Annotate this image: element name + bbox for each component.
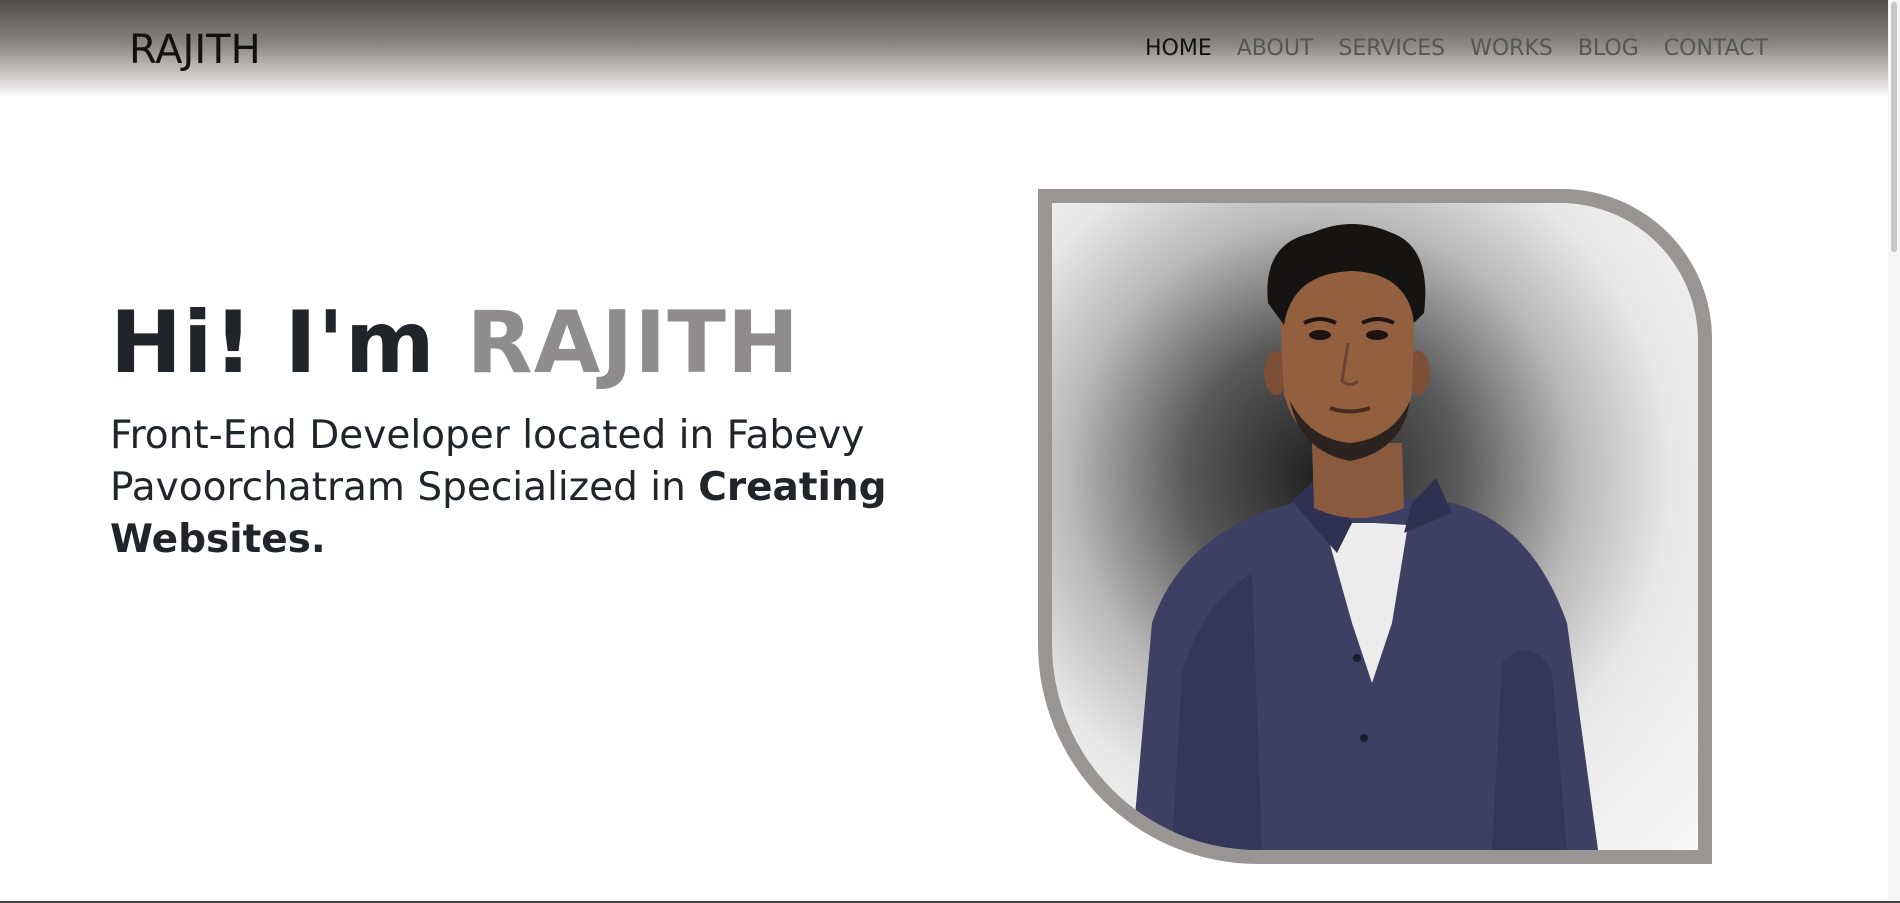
nav-contact[interactable]: CONTACT (1664, 34, 1768, 64)
hero-title: Hi! I'm RAJITH (110, 288, 800, 398)
hero-greeting: Hi! I'm (110, 293, 436, 393)
page-scrollbar[interactable] (1888, 0, 1900, 903)
nav-services[interactable]: SERVICES (1338, 34, 1445, 64)
nav-about[interactable]: ABOUT (1237, 34, 1314, 64)
profile-photo (1052, 203, 1698, 850)
nav-blog[interactable]: BLOG (1578, 34, 1639, 64)
nav-home[interactable]: HOME (1145, 34, 1212, 64)
nav-works[interactable]: WORKS (1470, 34, 1553, 64)
site-header: RAJITH HOME ABOUT SERVICES WORKS BLOG CO… (0, 0, 1900, 97)
hero-subtitle: Front-End Developer located in Fabevy Pa… (110, 410, 910, 566)
hero-name: RAJITH (466, 293, 800, 393)
profile-photo-frame (1038, 189, 1712, 864)
site-logo[interactable]: RAJITH (129, 25, 261, 75)
person-portrait-icon (1132, 224, 1598, 850)
scrollbar-thumb[interactable] (1891, 2, 1897, 252)
main-nav: HOME ABOUT SERVICES WORKS BLOG CONTACT (1145, 34, 1768, 64)
